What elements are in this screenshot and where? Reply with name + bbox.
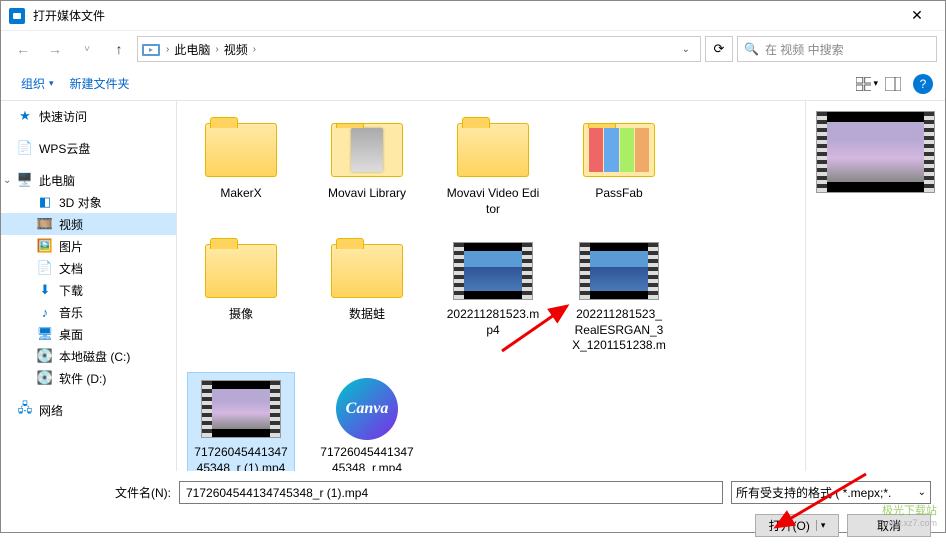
close-button[interactable]: ✕ <box>897 1 937 31</box>
download-icon: ⬇ <box>37 282 53 298</box>
filetype-filter[interactable]: 所有受支持的格式 ( *.mepx;*. ⌄ <box>731 481 931 504</box>
pc-icon: 🖥️ <box>17 172 33 188</box>
file-item[interactable]: Movavi Library <box>313 113 421 224</box>
folder-icon <box>327 241 407 301</box>
picture-icon: 🖼️ <box>37 238 53 254</box>
document-icon: 📄 <box>37 260 53 276</box>
video-icon: 🎞️ <box>37 216 53 232</box>
file-label: 7172604544134745348_r (1).mp4 <box>194 445 288 471</box>
filename-input[interactable] <box>179 481 723 504</box>
sidebar-downloads[interactable]: ⬇ 下载 <box>1 279 176 301</box>
folder-icon <box>579 120 659 180</box>
sidebar-music[interactable]: ♪ 音乐 <box>1 301 176 323</box>
drive-icon: 💽 <box>37 370 53 386</box>
preview-pane <box>805 101 945 471</box>
search-placeholder: 在 视频 中搜索 <box>765 41 844 58</box>
sidebar-videos[interactable]: 🎞️ 视频 <box>1 213 176 235</box>
sidebar-documents[interactable]: 📄 文档 <box>1 257 176 279</box>
app-icon <box>9 8 25 24</box>
sidebar-quick-access[interactable]: ★ 快速访问 <box>1 105 176 127</box>
file-item[interactable]: PassFab <box>565 113 673 224</box>
file-label: 7172604544134745348_r.mp4 <box>320 445 414 471</box>
file-label: PassFab <box>595 186 642 202</box>
help-button[interactable]: ? <box>913 74 933 94</box>
refresh-button[interactable]: ⟳ <box>705 36 733 62</box>
video-file-icon <box>201 379 281 439</box>
sidebar-desktop[interactable]: 🖥 桌面 <box>1 323 176 345</box>
file-label: 202211281523_RealESRGAN_3X_1201151238.mp… <box>572 307 666 355</box>
file-label: 摄像 <box>229 307 253 323</box>
file-item[interactable]: 7172604544134745348_r (1).mp4 <box>187 372 295 471</box>
file-label: MakerX <box>220 186 261 202</box>
file-label: 202211281523.mp4 <box>446 307 540 338</box>
preview-thumbnail <box>816 111 935 193</box>
folder-icon <box>327 120 407 180</box>
breadcrumb-root[interactable]: 此电脑 <box>171 41 213 58</box>
file-item[interactable]: MakerX <box>187 113 295 224</box>
organize-button[interactable]: 组织▾ <box>13 71 62 96</box>
star-icon: ★ <box>17 108 33 124</box>
cloud-icon: 📄 <box>17 140 33 156</box>
caret-down-icon: ▾ <box>49 78 54 89</box>
folder-icon <box>453 120 533 180</box>
file-item[interactable]: 数据蛙 <box>313 234 421 362</box>
sidebar-soft-d[interactable]: 💽 软件 (D:) <box>1 367 176 389</box>
folder-icon <box>201 120 281 180</box>
folder-icon <box>201 241 281 301</box>
preview-pane-button[interactable] <box>881 72 905 96</box>
search-icon: 🔍 <box>744 42 759 56</box>
file-grid[interactable]: MakerX Movavi Library Movavi Video Editor P… <box>177 101 805 471</box>
drive-icon: 💽 <box>37 348 53 364</box>
video-library-icon <box>142 42 160 56</box>
sidebar-wps-cloud[interactable]: 📄 WPS云盘 <box>1 137 176 159</box>
file-label: 数据蛙 <box>349 307 385 323</box>
recent-dropdown[interactable]: ˅ <box>73 35 101 63</box>
back-button[interactable]: ← <box>9 35 37 63</box>
cancel-button[interactable]: 取消 <box>847 514 931 537</box>
breadcrumb-folder[interactable]: 视频 <box>221 41 251 58</box>
sidebar-network[interactable]: 🖧 网络 <box>1 399 176 421</box>
window-title: 打开媒体文件 <box>33 7 897 24</box>
video-file-icon <box>453 241 533 301</box>
file-item[interactable]: 202211281523_RealESRGAN_3X_1201151238.mp… <box>565 234 673 362</box>
forward-button: → <box>41 35 69 63</box>
chevron-right-icon: › <box>251 44 258 55</box>
canva-icon: Canva <box>327 379 407 439</box>
file-item[interactable]: 摄像 <box>187 234 295 362</box>
file-item[interactable]: 202211281523.mp4 <box>439 234 547 362</box>
breadcrumb[interactable]: › 此电脑 › 视频 › ⌄ <box>137 36 701 62</box>
video-file-icon <box>579 241 659 301</box>
caret-down-icon: ⌄ <box>918 487 926 498</box>
caret-down-icon: ▾ <box>816 520 826 531</box>
new-folder-button[interactable]: 新建文件夹 <box>62 71 138 96</box>
search-input[interactable]: 🔍 在 视频 中搜索 <box>737 36 937 62</box>
up-button[interactable]: ↑ <box>105 35 133 63</box>
file-item[interactable]: Movavi Video Editor <box>439 113 547 224</box>
desktop-icon: 🖥 <box>37 326 53 342</box>
open-button[interactable]: 打开(O) ▾ <box>755 514 839 537</box>
file-label: Movavi Library <box>328 186 406 202</box>
chevron-right-icon: › <box>213 44 220 55</box>
sidebar: ★ 快速访问 📄 WPS云盘 ⌄ 🖥️ 此电脑 ◧ 3D 对象 🎞️ 视频 🖼️… <box>1 101 177 471</box>
sidebar-pictures[interactable]: 🖼️ 图片 <box>1 235 176 257</box>
file-item[interactable]: Canva 7172604544134745348_r.mp4 <box>313 372 421 471</box>
expand-icon[interactable]: ⌄ <box>3 175 15 186</box>
file-label: Movavi Video Editor <box>446 186 540 217</box>
network-icon: 🖧 <box>17 402 33 418</box>
cube-icon: ◧ <box>37 194 53 210</box>
sidebar-this-pc[interactable]: ⌄ 🖥️ 此电脑 <box>1 169 176 191</box>
breadcrumb-dropdown[interactable]: ⌄ <box>676 44 696 55</box>
chevron-right-icon: › <box>164 44 171 55</box>
view-mode-button[interactable]: ▾ <box>855 72 879 96</box>
sidebar-3d-objects[interactable]: ◧ 3D 对象 <box>1 191 176 213</box>
filename-label: 文件名(N): <box>115 484 171 501</box>
music-icon: ♪ <box>37 304 53 320</box>
sidebar-local-c[interactable]: 💽 本地磁盘 (C:) <box>1 345 176 367</box>
